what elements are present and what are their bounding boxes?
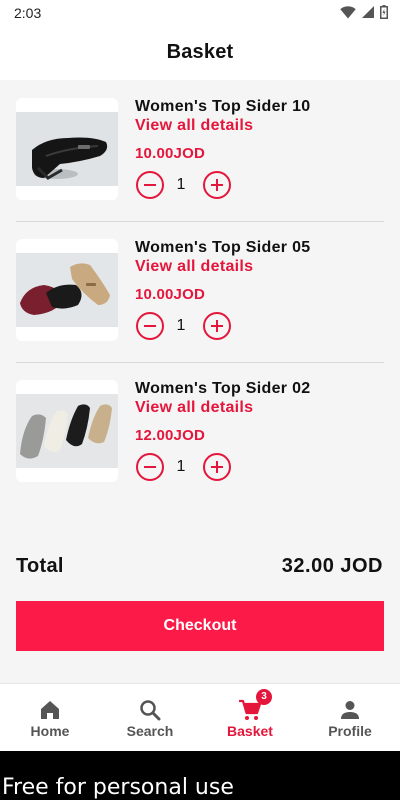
nav-item-basket[interactable]: 3 Basket (200, 684, 300, 752)
burgundy-black-beige-loafers-image (16, 253, 118, 327)
quantity-value: 1 (176, 317, 186, 334)
bottom-nav: Home Search 3 Basket Profile (0, 683, 400, 751)
signal-icon (362, 6, 374, 18)
product-name: Women's Top Sider 05 (135, 239, 311, 256)
watermark-text: Free for personal use (2, 775, 234, 800)
wifi-icon (340, 5, 356, 19)
nav-label: Home (30, 723, 70, 739)
product-image (16, 380, 118, 482)
basket-item: Women's Top Sider 02 View all details 12… (0, 362, 400, 502)
view-details-link[interactable]: View all details (135, 399, 253, 417)
decrease-quantity-button[interactable] (136, 171, 164, 199)
watermark-bar: Free for personal use (0, 751, 400, 800)
person-icon (341, 701, 359, 719)
total-row: Total 32.00 JOD (0, 552, 400, 582)
quantity-value: 1 (176, 176, 186, 193)
battery-icon (380, 5, 388, 19)
nav-item-home[interactable]: Home (0, 684, 100, 752)
total-label: Total (16, 555, 64, 577)
decrease-quantity-button[interactable] (136, 453, 164, 481)
view-details-link[interactable]: View all details (135, 117, 253, 135)
status-time: 2:03 (14, 5, 42, 21)
checkout-button[interactable]: Checkout (16, 601, 384, 651)
cart-count-badge: 3 (256, 689, 272, 705)
page-title: Basket (166, 41, 234, 63)
increase-quantity-button[interactable] (203, 453, 231, 481)
product-image (16, 239, 118, 341)
nav-label: Search (126, 723, 174, 739)
product-price: 10.00JOD (135, 145, 205, 162)
basket-item: Women's Top Sider 10 View all details 10… (0, 80, 400, 220)
nav-label: Basket (227, 723, 273, 739)
view-details-link[interactable]: View all details (135, 258, 253, 276)
product-name: Women's Top Sider 02 (135, 380, 311, 397)
black-loafer-shoe-image (16, 112, 118, 186)
status-bar: 2:03 (0, 0, 400, 26)
decrease-quantity-button[interactable] (136, 312, 164, 340)
product-image (16, 98, 118, 200)
silver-black-white-beige-loafers-image (16, 394, 118, 468)
increase-quantity-button[interactable] (203, 171, 231, 199)
increase-quantity-button[interactable] (203, 312, 231, 340)
product-price: 10.00JOD (135, 286, 205, 303)
home-icon (41, 701, 59, 719)
quantity-value: 1 (176, 458, 186, 475)
nav-item-search[interactable]: Search (100, 684, 200, 752)
product-price: 12.00JOD (135, 427, 205, 444)
product-name: Women's Top Sider 10 (135, 98, 311, 115)
search-icon (140, 700, 161, 721)
nav-label: Profile (328, 723, 372, 739)
status-icons (340, 5, 388, 19)
total-value: 32.00 JOD (281, 555, 383, 577)
nav-item-profile[interactable]: Profile (300, 684, 400, 752)
basket-item: Women's Top Sider 05 View all details 10… (0, 221, 400, 361)
app-header: Basket (0, 26, 400, 80)
